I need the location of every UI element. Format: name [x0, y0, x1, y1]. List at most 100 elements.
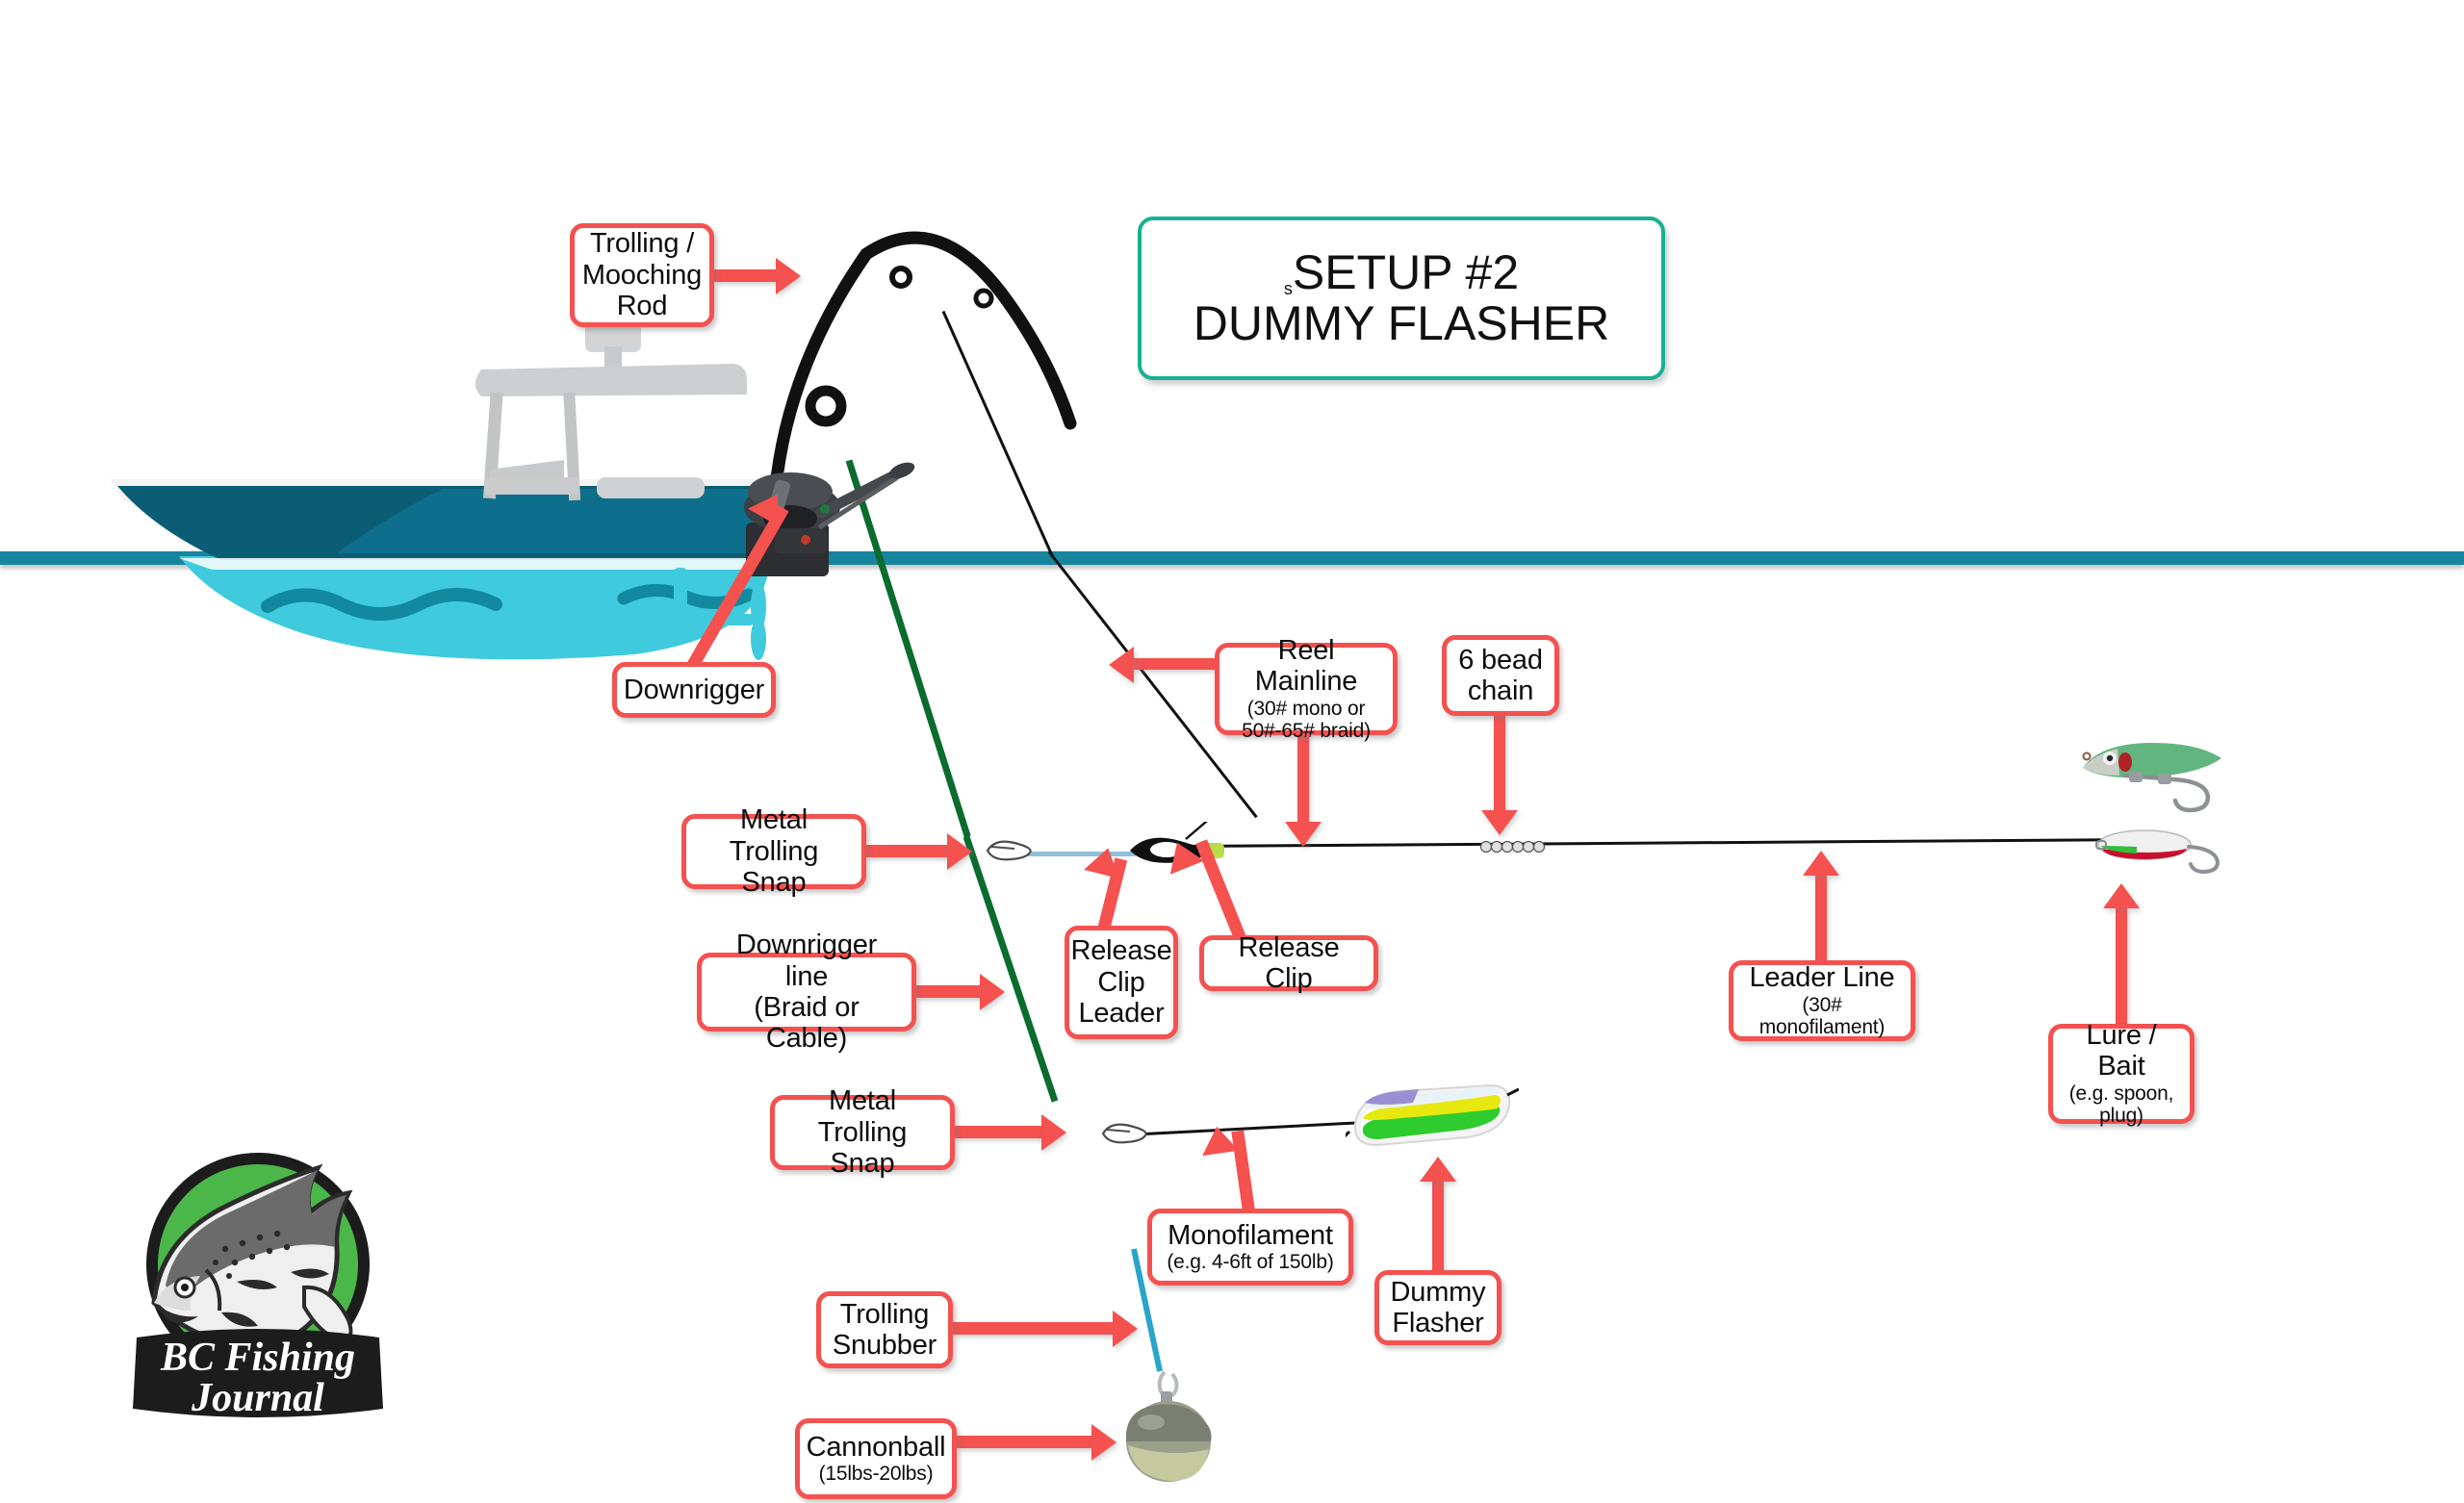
rod-guide-mid	[889, 266, 912, 289]
callout-reel-mainline-label: Reel Mainline	[1254, 635, 1358, 698]
arrow-head-metal-snap-upper	[947, 833, 972, 870]
bead-1	[1479, 840, 1493, 853]
plug-nose-ring	[2082, 752, 2092, 761]
callout-dummy-flasher-label: Dummy Flasher	[1390, 1276, 1486, 1338]
rod-guide-upper	[973, 288, 994, 309]
flasher-green-yellow	[1346, 1083, 1519, 1147]
callout-reel-mainline[interactable]: Reel Mainline (30# mono or 50#-65# braid…	[1215, 635, 1398, 742]
callout-metal-snap-upper-label: Metal Trolling Snap	[729, 804, 819, 899]
leaning-post	[597, 477, 705, 498]
callout-release-clip-leader[interactable]: Release Clip Leader	[1065, 926, 1178, 1039]
bead-4	[1511, 840, 1525, 853]
callout-downrigger-line-label: Downrigger line (Braid or Cable)	[735, 930, 878, 1055]
downrigger-indicator	[801, 535, 810, 545]
plug-swivel-1	[2129, 772, 2143, 782]
arrow-head-release-clip-leader	[1084, 843, 1126, 879]
metal-trolling-snap-lower	[1101, 1123, 1147, 1144]
callout-lure-bait-sub: (e.g. spoon, plug)	[2068, 1082, 2174, 1128]
diagram-canvas: sSETUP #2 DUMMY FLASHER Trolling / Mooch…	[0, 0, 2464, 1503]
prop-shaft	[674, 568, 687, 643]
callout-monofilament-sub: (e.g. 4-6ft of 150lb)	[1167, 1251, 1334, 1274]
arrow-shaft-metal-snap-lower	[955, 1126, 1043, 1138]
callout-leader-line-sub: (30# monofilament)	[1758, 993, 1886, 1039]
arrow-shaft-dummy-flasher	[1432, 1180, 1444, 1274]
callout-downrigger-line[interactable]: Downrigger line (Braid or Cable)	[697, 930, 916, 1054]
callout-leader-line-label: Leader Line	[1749, 962, 1895, 994]
arrow-head-reel-mainline-down	[1285, 822, 1322, 847]
callout-downrigger[interactable]: Downrigger	[612, 662, 776, 718]
callout-trolling-rod[interactable]: Trolling / Mooching Rod	[570, 223, 714, 327]
callout-reel-mainline-sub: (30# mono or 50#-65# braid)	[1242, 697, 1371, 743]
downrigger-boom	[815, 467, 906, 519]
callout-release-clip-label: Release Clip	[1238, 931, 1340, 994]
callout-trolling-snubber[interactable]: Trolling Snubber	[816, 1291, 953, 1368]
arrow-head-reel-mainline	[1109, 647, 1134, 683]
plug-swivel-2	[2158, 774, 2171, 784]
bead-5	[1522, 840, 1535, 853]
rod-guide-large	[805, 385, 847, 427]
propeller-blade-lower	[751, 618, 766, 660]
callout-dummy-flasher[interactable]: Dummy Flasher	[1374, 1270, 1502, 1345]
plug-pupil	[2106, 754, 2114, 762]
downrigger-clamp	[775, 528, 827, 553]
spoon-hook	[2187, 845, 2220, 875]
bc-fishing-journal-logo: BC Fishing Journal	[121, 1141, 395, 1420]
white-green-red-spoon	[2095, 829, 2220, 875]
arrow-head-cannonball	[1091, 1424, 1116, 1461]
callout-bead-chain[interactable]: 6 bead chain	[1442, 635, 1559, 716]
flasher-front-clip	[1346, 1130, 1351, 1138]
arrow-shaft-reel-mainline-down	[1297, 731, 1309, 826]
title-box: sSETUP #2 DUMMY FLASHER	[1138, 217, 1665, 380]
metal-trolling-snap-upper	[986, 840, 1032, 861]
arrow-head-leader-line	[1803, 851, 1839, 876]
callout-cannonball-label: Cannonball	[806, 1432, 946, 1463]
six-bead-chain	[1479, 840, 1546, 853]
arrow-head-bead-chain	[1481, 810, 1518, 835]
callout-monofilament[interactable]: Monofilament (e.g. 4-6ft of 150lb)	[1147, 1209, 1353, 1286]
green-plug-lure	[2082, 742, 2221, 813]
plug-hook	[2170, 777, 2211, 813]
arrow-head-rod	[776, 258, 801, 294]
callout-cannonball[interactable]: Cannonball (15lbs-20lbs)	[795, 1418, 957, 1499]
console	[485, 477, 579, 495]
downrigger-weight-ball	[1126, 1370, 1212, 1482]
arrow-shaft-downrigger-line	[916, 985, 982, 998]
arrow-head-monofilament	[1198, 1124, 1239, 1157]
callout-release-clip-leader-label: Release Clip Leader	[1070, 935, 1172, 1030]
logo-text-line-1: BC Fishing	[160, 1336, 355, 1380]
downrigger-line-lower	[962, 835, 1059, 1103]
boat-graphic	[110, 318, 775, 660]
arrow-shaft-reel-mainline	[1134, 658, 1217, 670]
bead-6	[1532, 840, 1546, 853]
logo-svg: BC Fishing Journal	[133, 1153, 383, 1420]
callout-metal-snap-lower-label: Metal Trolling Snap	[817, 1085, 908, 1180]
callout-monofilament-label: Monofilament	[1168, 1220, 1333, 1251]
arrow-head-trolling-snubber	[1113, 1311, 1138, 1347]
logo-text-line-2: Journal	[191, 1376, 324, 1420]
leader-line-to-lure	[1185, 838, 2110, 848]
snap-body	[986, 840, 1032, 861]
ttop-roof	[475, 364, 747, 396]
snap-body-lower	[1101, 1123, 1147, 1144]
callout-trolling-rod-label: Trolling / Mooching Rod	[581, 228, 703, 322]
arrow-head-lure-bait	[2103, 883, 2140, 908]
arrow-shaft-leader-line	[1815, 874, 1827, 964]
callout-leader-line[interactable]: Leader Line (30# monofilament)	[1729, 960, 1915, 1041]
title-line-2: DUMMY FLASHER	[1193, 296, 1610, 351]
arrow-shaft-trolling-snubber	[953, 1322, 1115, 1335]
arrow-shaft-bead-chain	[1494, 714, 1505, 814]
callout-lure-bait[interactable]: Lure / Bait (e.g. spoon, plug)	[2048, 1020, 2194, 1127]
callout-trolling-snubber-label: Trolling Snubber	[832, 1298, 937, 1361]
callout-downrigger-label: Downrigger	[623, 674, 765, 705]
arrow-head-metal-snap-lower	[1041, 1114, 1066, 1151]
flasher-rear-clip	[1506, 1087, 1519, 1097]
bead-2	[1490, 840, 1503, 853]
callout-metal-snap-lower[interactable]: Metal Trolling Snap	[770, 1085, 955, 1179]
bead-3	[1501, 840, 1514, 853]
callout-metal-snap-upper[interactable]: Metal Trolling Snap	[681, 804, 866, 898]
callout-release-clip[interactable]: Release Clip	[1199, 932, 1378, 994]
arrow-head-downrigger-line	[980, 974, 1005, 1010]
title-setup-number: SETUP #2	[1292, 245, 1520, 300]
cannonball-highlight	[1138, 1414, 1165, 1430]
arrow-shaft-lure-bait	[2116, 906, 2127, 1028]
